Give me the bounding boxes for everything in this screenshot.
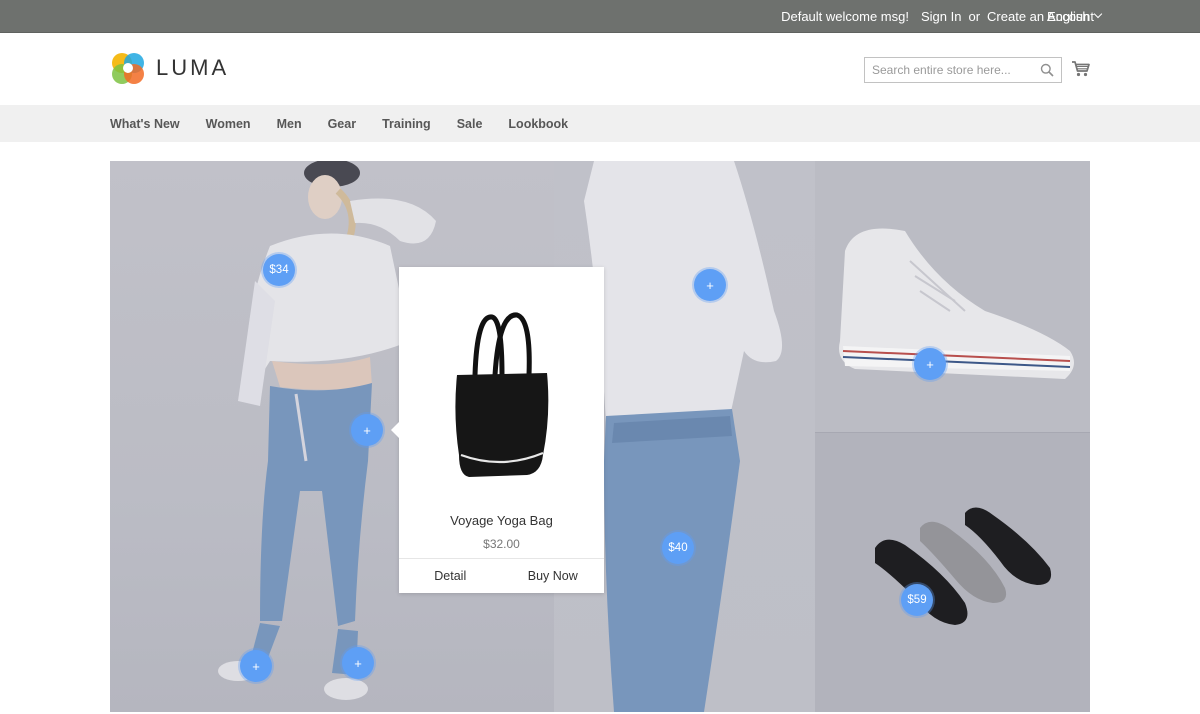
popup-arrow: [391, 422, 399, 438]
nav-item-men[interactable]: Men: [277, 117, 302, 131]
or-text: or: [968, 8, 981, 24]
hotspot-plus[interactable]: +: [240, 650, 272, 682]
product-name[interactable]: Voyage Yoga Bag: [399, 513, 604, 528]
hotspot-plus[interactable]: +: [342, 647, 374, 679]
language-switcher[interactable]: English: [1047, 0, 1102, 32]
logo-text: LUMA: [156, 55, 230, 80]
nav-item-lookbook[interactable]: Lookbook: [508, 117, 568, 131]
sneaker-illustration: [839, 228, 1074, 379]
main-navigation: What's New Women Men Gear Training Sale …: [0, 105, 1200, 142]
product-popup: Voyage Yoga Bag $32.00 Detail Buy Now: [391, 267, 604, 593]
cart-icon[interactable]: [1071, 60, 1091, 78]
buy-now-button[interactable]: Buy Now: [502, 559, 605, 593]
search-input[interactable]: [865, 58, 1035, 82]
search-icon[interactable]: [1040, 63, 1054, 77]
socks-illustration: [875, 507, 1052, 625]
lookbook-photo-socks: [815, 432, 1090, 712]
nav-item-training[interactable]: Training: [382, 117, 431, 131]
lookbook-photo-sneaker: [815, 161, 1090, 432]
hotspot-plus[interactable]: +: [351, 414, 383, 446]
search-box[interactable]: [864, 57, 1062, 83]
product-image-yoga-bag[interactable]: [447, 305, 557, 485]
hotspot-price-40[interactable]: $40: [662, 532, 694, 564]
page-header: LUMA: [0, 33, 1200, 105]
nav-item-women[interactable]: Women: [206, 117, 251, 131]
nav-item-sale[interactable]: Sale: [457, 117, 483, 131]
detail-button[interactable]: Detail: [399, 559, 502, 593]
hotspot-price-34[interactable]: $34: [263, 254, 295, 286]
hotspot-plus[interactable]: +: [914, 348, 946, 380]
chevron-down-icon: [1093, 9, 1102, 19]
popup-actions: Detail Buy Now: [399, 558, 604, 593]
language-label: English: [1047, 8, 1090, 24]
logo-icon: [112, 53, 144, 84]
hotspot-plus[interactable]: +: [694, 269, 726, 301]
product-price: $32.00: [483, 537, 520, 551]
logo[interactable]: LUMA: [110, 50, 229, 86]
hotspot-price-59[interactable]: $59: [901, 584, 933, 616]
welcome-message: Default welcome msg!: [781, 8, 909, 24]
nav-item-whats-new[interactable]: What's New: [110, 117, 180, 131]
nav-item-gear[interactable]: Gear: [328, 117, 357, 131]
sign-in-link[interactable]: Sign In: [921, 9, 961, 24]
top-panel: Default welcome msg! Sign In or Create a…: [0, 0, 1200, 33]
